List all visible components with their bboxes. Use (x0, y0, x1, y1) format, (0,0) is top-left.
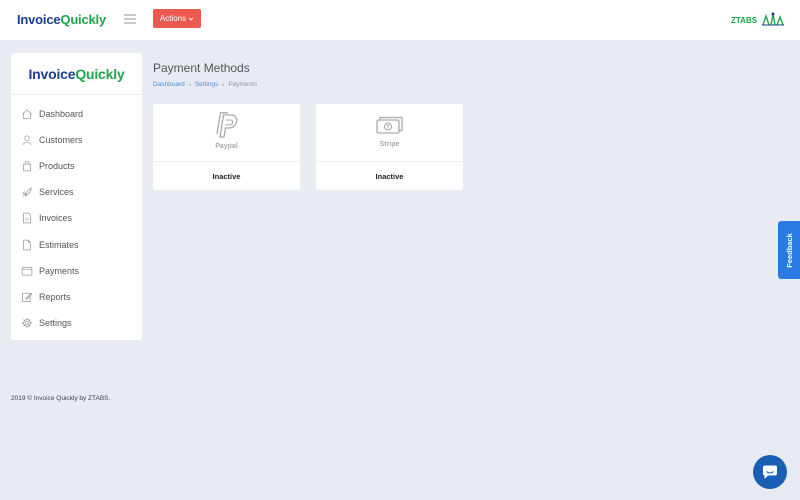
brand-logo[interactable]: InvoiceQuickly (17, 12, 106, 27)
shopping-bag-icon (22, 161, 32, 172)
edit-icon (22, 292, 33, 302)
chat-bubble-icon (763, 465, 777, 479)
breadcrumb-dashboard[interactable]: Dashboard (153, 81, 185, 88)
brand-logo-part1: Invoice (17, 12, 61, 27)
sidebar-item-label: Estimates (39, 239, 79, 250)
sidebar-item-label: Invoices (39, 213, 73, 224)
sidebar-item-label: Customers (39, 135, 83, 146)
card-body: Stripe (316, 104, 463, 162)
breadcrumb-settings[interactable]: Settings (195, 81, 219, 88)
payment-method-card-paypal[interactable]: Paypal Inactive (153, 104, 300, 190)
gear-icon (22, 317, 32, 328)
sidebar-item-label: Payments (39, 265, 80, 276)
mascot-logo-icon (762, 12, 784, 26)
chat-launcher-button[interactable] (753, 455, 787, 489)
sidebar: Invoice Quickly Dashboard Customers Produ… (11, 53, 142, 340)
sidebar-item-dashboard[interactable]: Dashboard (11, 101, 142, 127)
sidebar-item-label: Services (39, 187, 74, 198)
feedback-tab[interactable]: Feedback (778, 221, 800, 279)
sidebar-item-label: Reports (39, 291, 71, 302)
sidebar-item-invoices[interactable]: Invoices (11, 205, 142, 231)
sidebar-logo-part2: Quickly (75, 65, 125, 82)
sidebar-item-settings[interactable]: Settings (11, 310, 142, 336)
card-body: Paypal (153, 104, 300, 162)
top-bar: InvoiceQuickly Actions ZTABS (0, 0, 800, 41)
payment-method-card-stripe[interactable]: Stripe Inactive (316, 104, 463, 190)
payment-method-status: Inactive (212, 171, 241, 181)
sidebar-item-products[interactable]: Products (11, 153, 142, 179)
sidebar-item-services[interactable]: Services (11, 179, 142, 205)
file-icon (23, 239, 31, 250)
rocket-icon (22, 187, 32, 198)
sidebar-nav: Dashboard Customers Products Services In… (11, 95, 142, 336)
sidebar-item-label: Settings (39, 317, 72, 328)
breadcrumb: Dashboard Settings Payments (153, 81, 257, 88)
breadcrumb-separator (222, 83, 225, 86)
payment-method-name: Paypal (215, 143, 238, 150)
page-title: Payment Methods (153, 61, 250, 75)
paypal-icon (215, 112, 237, 138)
document-icon (23, 213, 31, 224)
sidebar-item-label: Dashboard (39, 109, 84, 120)
partner-name: ZTABS (731, 16, 758, 25)
sidebar-logo-part1: Invoice (28, 65, 76, 82)
sidebar-item-estimates[interactable]: Estimates (11, 231, 142, 257)
chevron-down-icon (188, 17, 194, 21)
sidebar-item-customers[interactable]: Customers (11, 127, 142, 153)
actions-label: Actions (159, 14, 187, 23)
feedback-label: Feedback (784, 232, 794, 268)
brand-logo-part2: Quickly (60, 12, 106, 27)
user-icon (22, 135, 32, 146)
wallet-icon (21, 266, 33, 276)
payment-method-status: Inactive (375, 171, 404, 181)
breadcrumb-separator (188, 83, 191, 86)
actions-dropdown-button[interactable]: Actions (153, 9, 201, 28)
breadcrumb-current: Payments (228, 81, 258, 88)
sidebar-logo[interactable]: Invoice Quickly (11, 53, 142, 95)
home-icon (22, 109, 32, 119)
sidebar-item-reports[interactable]: Reports (11, 284, 142, 310)
payment-method-name: Stripe (379, 141, 400, 148)
sidebar-item-payments[interactable]: Payments (11, 258, 142, 284)
sidebar-item-label: Products (39, 161, 75, 172)
hamburger-menu-icon[interactable] (124, 14, 136, 24)
cash-icon (375, 116, 403, 134)
footer-copyright: 2019 © Invoice Quickly by ZTABS. (11, 395, 111, 402)
